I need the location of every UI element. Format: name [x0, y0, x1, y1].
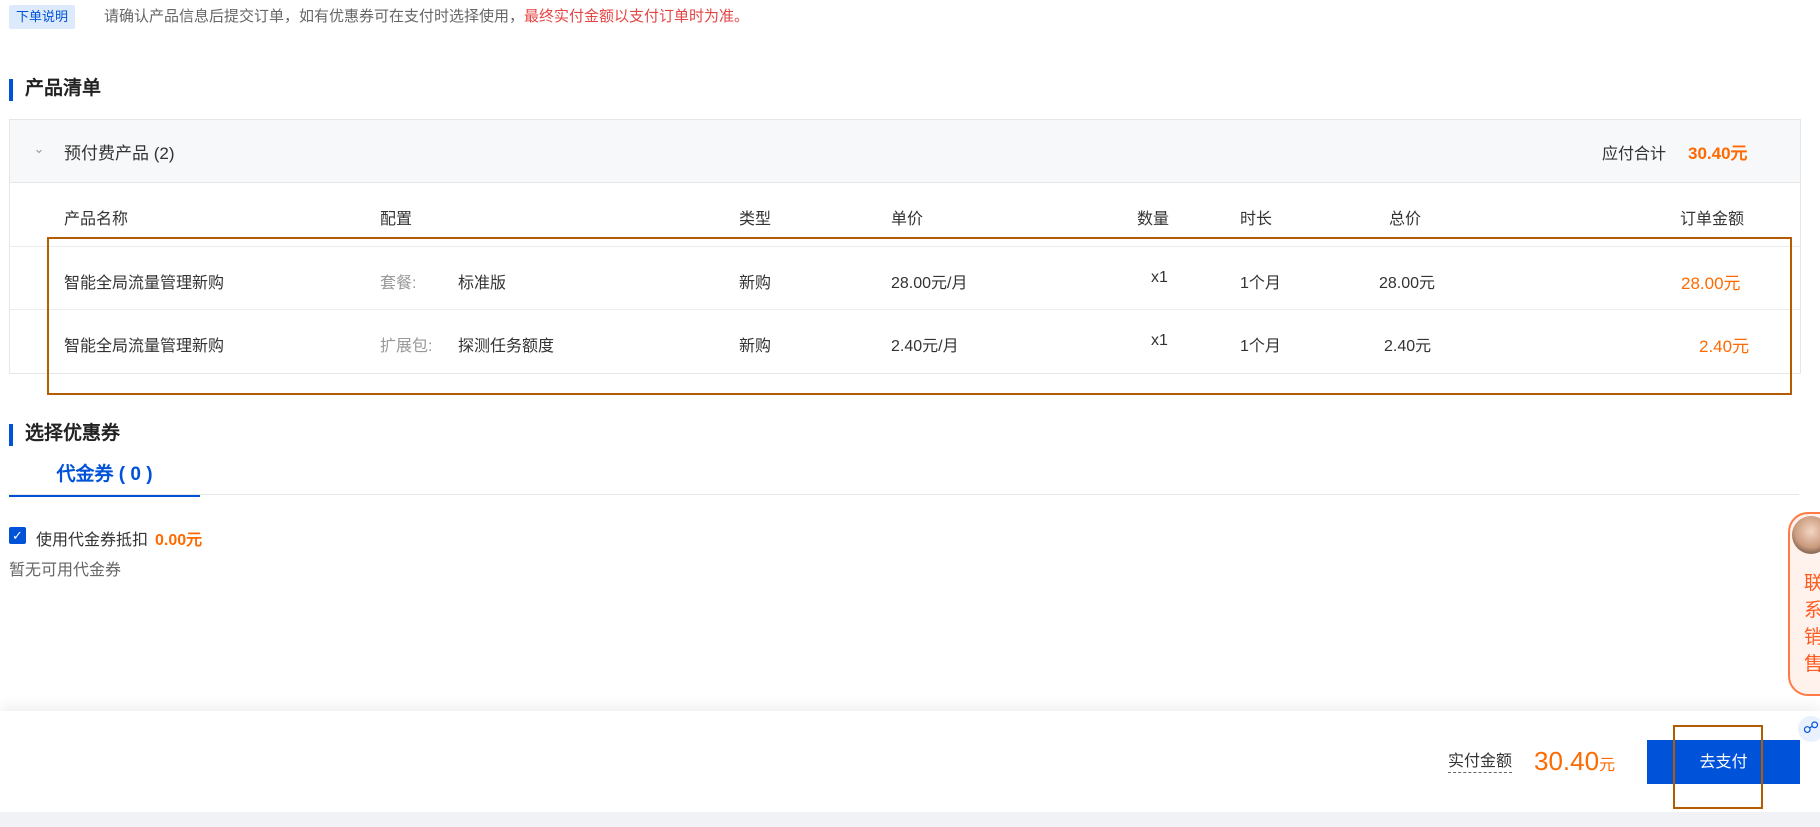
notice-text-main: 请确认产品信息后提交订单，如有优惠券可在支付时选择使用，: [104, 8, 525, 25]
product-list-title: 产品清单: [9, 77, 101, 101]
product-group-title: 预付费产品 (2): [64, 144, 175, 163]
use-voucher-label: 使用代金券抵扣: [36, 532, 149, 549]
payable-total-label: 应付合计: [1602, 146, 1667, 163]
column-header-quantity: 数量: [1137, 211, 1170, 228]
rows-highlight-box: [47, 237, 1792, 395]
product-group-header[interactable]: ⌄ 预付费产品 (2) 应付合计 30.40元: [10, 120, 1800, 183]
notice-warning: 最终实付金额以支付订单时为准。: [524, 8, 750, 25]
order-notice-text: 请确认产品信息后提交订单，如有优惠券可在支付时选择使用，最终实付金额以支付订单时…: [104, 6, 749, 28]
tab-voucher[interactable]: 代金券 ( 0 ): [9, 461, 200, 497]
column-header-unit-price: 单价: [891, 211, 924, 228]
payment-amount-unit: 元: [1599, 757, 1616, 774]
payment-amount-number: 30.40: [1534, 746, 1600, 776]
footer-bottom-bar: [0, 812, 1820, 827]
coupon-section-title: 选择优惠券: [9, 422, 120, 446]
actual-payment-label[interactable]: 实付金额: [1448, 752, 1513, 773]
column-header-config: 配置: [380, 211, 413, 228]
actual-payment-amount: 30.40元: [1534, 746, 1615, 777]
order-notice-tag: 下单说明: [9, 5, 76, 29]
pay-button-highlight-box: [1673, 725, 1763, 809]
no-voucher-text: 暂无可用代金券: [9, 562, 122, 579]
headset-icon[interactable]: ☍: [1798, 716, 1820, 742]
tab-divider: [9, 494, 1799, 495]
use-voucher-checkbox[interactable]: ✓: [9, 527, 26, 544]
column-header-name: 产品名称: [64, 211, 129, 228]
column-header-order-amount: 订单金额: [1680, 211, 1745, 228]
column-header-duration: 时长: [1240, 211, 1273, 228]
contact-sales-label[interactable]: 联系销售: [1804, 570, 1820, 678]
column-header-total: 总价: [1389, 211, 1422, 228]
chevron-down-icon[interactable]: ⌄: [32, 142, 46, 156]
payable-total-value: 30.40元: [1688, 144, 1748, 163]
column-header-type: 类型: [739, 211, 772, 228]
voucher-deduction-value: 0.00元: [155, 532, 203, 549]
